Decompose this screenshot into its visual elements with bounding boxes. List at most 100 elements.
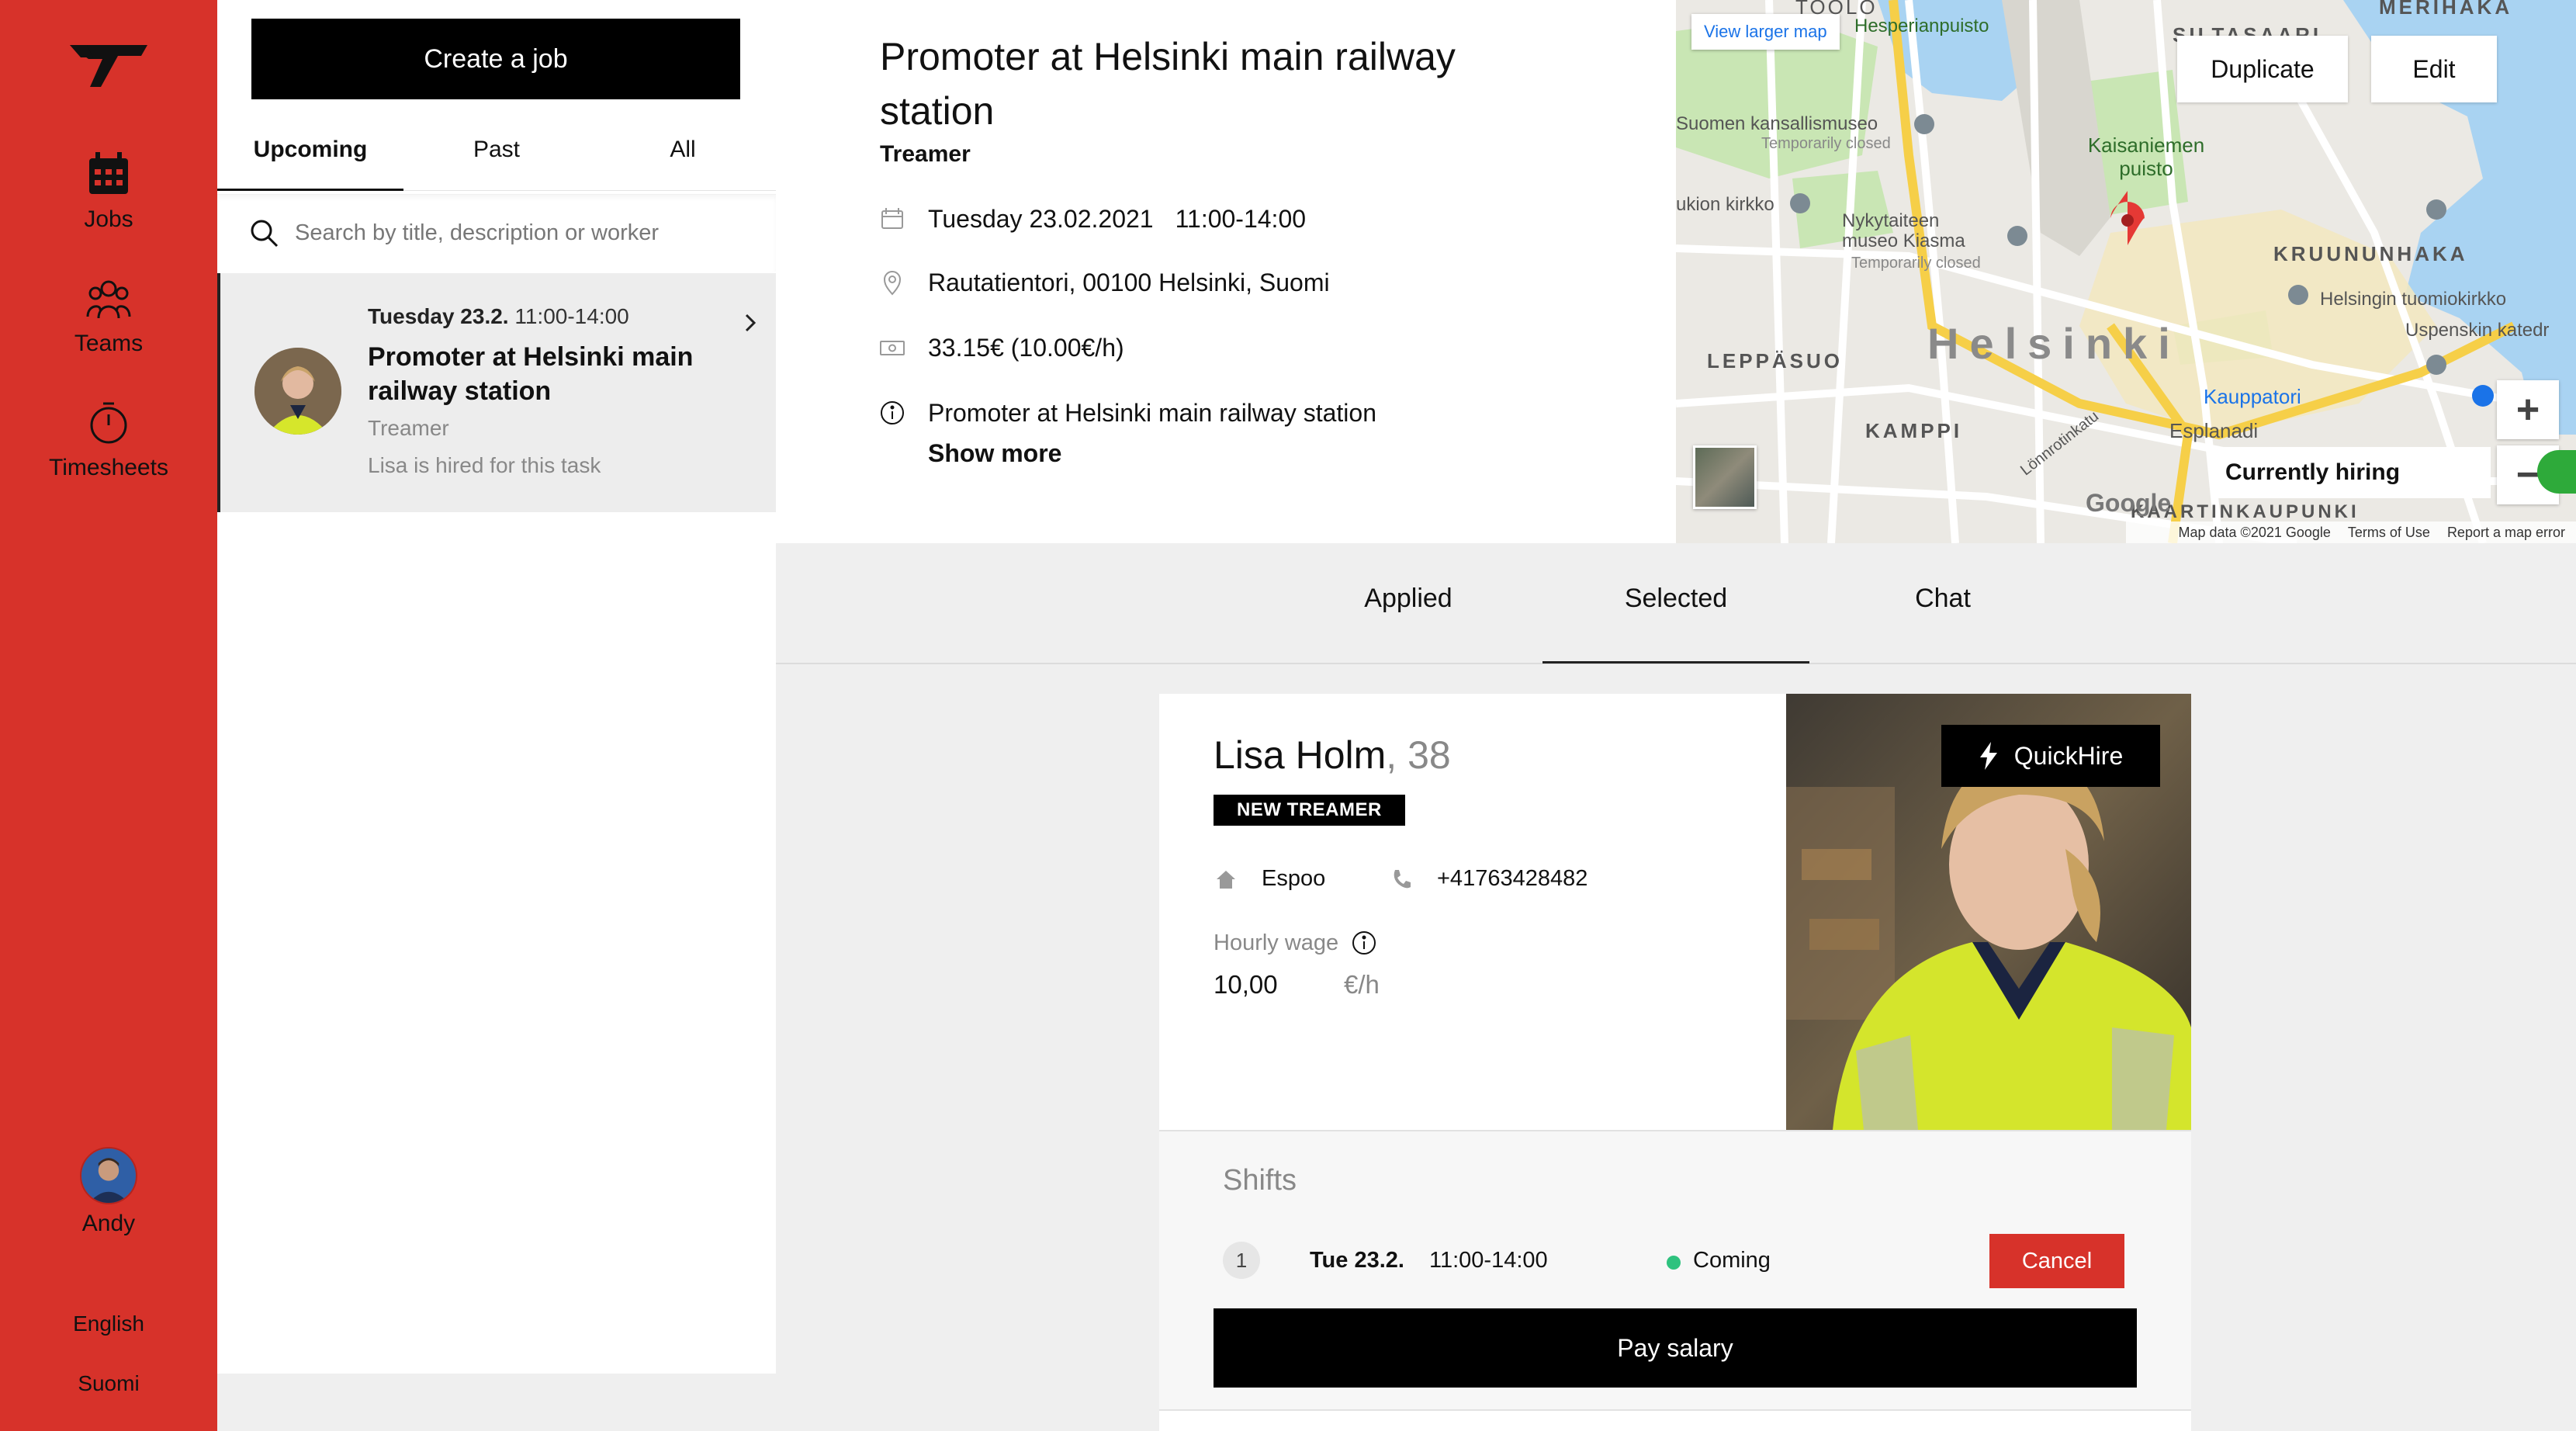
quickhire-label: QuickHire <box>2013 741 2124 770</box>
info-icon[interactable] <box>1351 930 1377 956</box>
shift-status: Coming <box>1693 1248 1771 1273</box>
nav-timesheets[interactable]: Timesheets <box>0 396 217 481</box>
job-time: 11:00-14:00 <box>1175 205 1307 233</box>
job-date-day: Tuesday 23.2. <box>368 304 509 328</box>
user-menu[interactable]: Andy <box>0 1147 217 1237</box>
job-address: Rautatientori, 00100 Helsinki, Suomi <box>928 269 1330 296</box>
chevron-right-icon <box>745 314 757 332</box>
hourly-wage-label: Hourly wage <box>1214 930 1377 956</box>
show-more-link[interactable]: Show more <box>928 439 1061 468</box>
satellite-view-toggle[interactable] <box>1693 445 1757 509</box>
report-map-error-link[interactable]: Report a map error <box>2447 525 2565 541</box>
tab-all[interactable]: All <box>590 129 776 190</box>
money-icon <box>880 341 905 355</box>
side-nav: Jobs Teams Timesheets Andy English Suomi <box>0 0 217 1431</box>
shift-index: 1 <box>1223 1242 1260 1279</box>
nav-teams[interactable]: Teams <box>0 272 217 357</box>
job-details: Promoter at Helsinki main railway statio… <box>776 0 1676 543</box>
calendar-icon <box>881 208 903 229</box>
duplicate-button[interactable]: Duplicate <box>2177 36 2348 102</box>
tab-applied[interactable]: Applied <box>1275 584 1542 614</box>
nav-label: Teams <box>74 331 144 356</box>
tab-past[interactable]: Past <box>403 129 590 190</box>
card-bottom <box>1159 1409 2191 1431</box>
language-suomi[interactable]: Suomi <box>0 1371 217 1396</box>
nav-label: Jobs <box>84 206 133 232</box>
search-icon <box>251 220 279 247</box>
tab-selected[interactable]: Selected <box>1542 584 1809 664</box>
worker-city: Espoo <box>1262 866 1326 891</box>
map-label-museum-note: Temporarily closed <box>1761 135 1891 152</box>
status-dot-icon <box>1667 1256 1681 1270</box>
map-label-helsinki: Helsinki <box>1927 319 2181 368</box>
create-job-button[interactable]: Create a job <box>251 19 740 99</box>
home-icon <box>1217 870 1235 889</box>
map-label-tuomiokirkko: Helsingin tuomiokirkko <box>2320 289 2507 310</box>
job-description-row: Promoter at Helsinki main railway statio… <box>878 399 1376 428</box>
cancel-shift-button[interactable]: Cancel <box>1989 1234 2124 1288</box>
map-label-kirkko: ukion kirkko <box>1676 194 1774 215</box>
phone-icon <box>1394 869 1411 888</box>
terms-link[interactable]: Terms of Use <box>2348 525 2430 541</box>
job-company: Treamer <box>368 416 449 440</box>
shift-date: Tue 23.2. <box>1310 1248 1404 1273</box>
map-data-text: Map data ©2021 Google <box>2178 524 2331 540</box>
tab-chat[interactable]: Chat <box>1809 584 2076 614</box>
worker-phone-row: +41763428482 <box>1389 866 1587 892</box>
zoom-in-button[interactable]: + <box>2497 380 2559 439</box>
map-label-museum: Suomen kansallismuseo <box>1676 113 1878 134</box>
candidate-tabs: Applied Selected Chat <box>776 543 2576 664</box>
pay-salary-button[interactable]: Pay salary <box>1214 1308 2137 1388</box>
job-date: Tuesday 23.02.2021 <box>928 205 1154 233</box>
job-date: Tuesday 23.2. 11:00-14:00 <box>368 304 629 329</box>
job-list-item[interactable]: Tuesday 23.2. 11:00-14:00 Promoter at He… <box>217 273 776 512</box>
shifts-title: Shifts <box>1223 1164 1297 1197</box>
shift-row: 1 Tue 23.2. 11:00-14:00 Coming Cancel <box>1223 1234 2138 1288</box>
search-bar <box>217 194 776 272</box>
job-date-time: 11:00-14:00 <box>514 304 629 328</box>
map-label-kaisaniemi: Kaisaniemen puisto <box>2087 133 2205 180</box>
hourly-wage-value[interactable]: 10,00 <box>1214 970 1278 1000</box>
map-attribution: Map data ©2021 Google Terms of Use Repor… <box>2126 521 2576 543</box>
job-title: Promoter at Helsinki main railway statio… <box>368 342 694 406</box>
search-input[interactable] <box>295 220 760 246</box>
timer-icon <box>90 402 127 444</box>
lightning-icon <box>1979 742 1997 770</box>
map-label-leppasuo: LEPPÄSUO <box>1707 349 1844 372</box>
status-badge: NEW TREAMER <box>1214 795 1405 826</box>
map[interactable]: View larger map TOOLO SILTASAARI MERIHAK… <box>1676 0 2576 543</box>
map-label-kauppatori: Kauppatori <box>2204 385 2301 408</box>
job-status: Lisa is hired for this task <box>368 453 601 477</box>
avatar[interactable] <box>80 1147 137 1204</box>
map-label-hesperianpuisto: Hesperianpuisto <box>1854 16 1989 36</box>
user-name: Andy <box>81 1211 136 1236</box>
worker-thumbnail <box>254 348 341 435</box>
job-company: Treamer <box>880 141 971 167</box>
map-label-kruununhaka: KRUUNUNHAKA <box>2273 242 2468 265</box>
worker-age: , 38 <box>1386 733 1451 777</box>
page-title: Promoter at Helsinki main railway statio… <box>880 35 1456 133</box>
brand-logo[interactable] <box>67 39 151 90</box>
map-label-kiasma-note: Temporarily closed <box>1851 255 1981 272</box>
info-icon <box>881 401 904 424</box>
nav-jobs[interactable]: Jobs <box>0 147 217 233</box>
hiring-toggle[interactable] <box>2537 450 2576 494</box>
calendar-icon <box>89 152 128 194</box>
worker-city-row: Espoo <box>1214 866 1325 892</box>
edit-button[interactable]: Edit <box>2371 36 2497 102</box>
shift-time: 11:00-14:00 <box>1429 1248 1548 1273</box>
hiring-text: Currently hiring <box>2225 459 2401 485</box>
job-pay-row: 33.15€ (10.00€/h) <box>878 334 1124 362</box>
job-address-row: Rautatientori, 00100 Helsinki, Suomi <box>878 269 1330 297</box>
job-date-row: Tuesday 23.02.2021 11:00-14:00 <box>878 205 1306 234</box>
quickhire-button[interactable]: QuickHire <box>1941 725 2160 787</box>
location-pin-icon <box>883 271 902 296</box>
language-english[interactable]: English <box>0 1311 217 1336</box>
job-filter-tabs: Upcoming Past All <box>217 129 776 191</box>
map-label-uspenski: Uspenskin katedr <box>2405 320 2550 341</box>
worker-phone[interactable]: +41763428482 <box>1437 866 1587 892</box>
google-logo: Google <box>2086 489 2172 517</box>
worker-name: Lisa Holm, 38 <box>1214 733 1451 778</box>
currently-hiring-label: Currently hiring <box>2211 447 2491 498</box>
tab-upcoming[interactable]: Upcoming <box>217 129 403 191</box>
